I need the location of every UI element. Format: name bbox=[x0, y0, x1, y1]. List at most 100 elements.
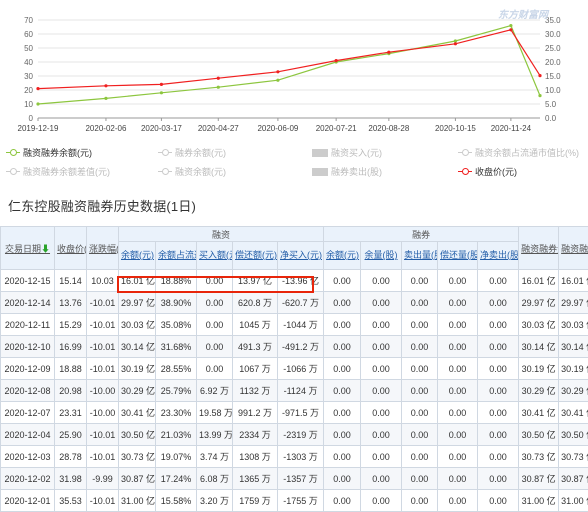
cell-rz-net: -1124 万 bbox=[278, 380, 324, 402]
cell-diff: 30.14 亿 bbox=[559, 336, 588, 358]
x-tick-label: 2020-11-24 bbox=[491, 124, 532, 133]
cell-close: 18.88 bbox=[55, 358, 87, 380]
left-tick-label: 60 bbox=[24, 30, 33, 39]
cell-rz-repay: 991.2 万 bbox=[233, 402, 278, 424]
cell-close: 20.98 bbox=[55, 380, 87, 402]
cell-rz-buy: 3.20 万 bbox=[197, 490, 233, 512]
col-header-diff[interactable]: 融资融券余额差值(元) bbox=[559, 227, 588, 270]
x-tick-label: 2019-12-19 bbox=[18, 124, 59, 133]
col-header-date[interactable]: 交易日期⬇ bbox=[1, 227, 55, 270]
cell-rq-repay: 0.00 bbox=[438, 424, 478, 446]
cell-rz-balance: 30.41 亿 bbox=[119, 402, 156, 424]
cell-date: 2020-12-15 bbox=[1, 270, 55, 292]
cell-rq-net: 0.00 bbox=[478, 358, 519, 380]
cell-rz-balance: 16.01 亿 bbox=[119, 270, 156, 292]
cell-pct: -9.99 bbox=[87, 468, 119, 490]
cell-pct: -10.00 bbox=[87, 402, 119, 424]
right-tick-label: 30.0 bbox=[545, 30, 561, 39]
table-row: 2020-12-0425.90-10.0130.50 亿21.03%13.99 … bbox=[1, 424, 588, 446]
col-header-pct[interactable]: 涨跌幅(%) bbox=[87, 227, 119, 270]
cell-date: 2020-12-03 bbox=[1, 446, 55, 468]
table-row: 2020-12-0328.78-10.0130.73 亿19.07%3.74 万… bbox=[1, 446, 588, 468]
cell-rq-balance: 0.00 bbox=[324, 314, 361, 336]
col-header-rq-balance[interactable]: 余额(元) bbox=[324, 242, 361, 270]
series-point bbox=[509, 24, 512, 27]
legend-item-financing-ratio[interactable]: 融资余额占流通市值比(%) bbox=[458, 146, 579, 159]
cell-rz-balance: 30.29 亿 bbox=[119, 380, 156, 402]
cell-date: 2020-12-09 bbox=[1, 358, 55, 380]
col-header-rq-volume[interactable]: 余量(股) bbox=[361, 242, 402, 270]
cell-rq-balance: 0.00 bbox=[324, 468, 361, 490]
cell-rq-sell: 0.00 bbox=[402, 490, 438, 512]
margin-chart: 706050403020100 35.030.025.020.015.010.0… bbox=[0, 0, 588, 135]
left-tick-label: 0 bbox=[29, 114, 34, 123]
cell-total: 30.03 亿 bbox=[519, 314, 559, 336]
cell-rz-balance: 30.19 亿 bbox=[119, 358, 156, 380]
x-tick-label: 2020-02-06 bbox=[85, 124, 126, 133]
cell-rz-ratio: 35.08% bbox=[156, 314, 197, 336]
cell-close: 16.99 bbox=[55, 336, 87, 358]
cell-rz-net: -1044 万 bbox=[278, 314, 324, 336]
series-point bbox=[217, 86, 220, 89]
cell-rq-repay: 0.00 bbox=[438, 292, 478, 314]
table-row: 2020-12-1016.99-10.0130.14 亿31.68%0.0049… bbox=[1, 336, 588, 358]
cell-rq-net: 0.00 bbox=[478, 314, 519, 336]
cell-rq-repay: 0.00 bbox=[438, 490, 478, 512]
cell-rq-balance: 0.00 bbox=[324, 292, 361, 314]
cell-rz-balance: 30.03 亿 bbox=[119, 314, 156, 336]
cell-rq-net: 0.00 bbox=[478, 468, 519, 490]
col-header-rz-balance[interactable]: 余额(元) bbox=[119, 242, 156, 270]
cell-rz-net: -1755 万 bbox=[278, 490, 324, 512]
col-header-rq-net[interactable]: 净卖出(股) bbox=[478, 242, 519, 270]
col-header-rq-sell[interactable]: 卖出量(股) bbox=[402, 242, 438, 270]
series-point bbox=[36, 87, 39, 90]
legend-item-short-balance[interactable]: 融券余额(元) bbox=[158, 146, 226, 159]
cell-rz-ratio: 18.88% bbox=[156, 270, 197, 292]
col-header-rq-repay[interactable]: 偿还量(股) bbox=[438, 242, 478, 270]
cell-close: 35.53 bbox=[55, 490, 87, 512]
cell-diff: 31.00 亿 bbox=[559, 490, 588, 512]
cell-rz-net: -491.2 万 bbox=[278, 336, 324, 358]
legend-item-financing-balance[interactable]: 融资余额(元) bbox=[158, 165, 226, 178]
legend-item-financing-buy[interactable]: 融资买入(元) bbox=[312, 146, 382, 159]
cell-total: 31.00 亿 bbox=[519, 490, 559, 512]
cell-rq-repay: 0.00 bbox=[438, 468, 478, 490]
group-header-financing: 融资 bbox=[119, 227, 324, 242]
cell-total: 30.50 亿 bbox=[519, 424, 559, 446]
section-title: 仁东控股融资融券历史数据(1日) bbox=[8, 196, 196, 215]
cell-diff: 30.03 亿 bbox=[559, 314, 588, 336]
col-header-close[interactable]: 收盘价(元) bbox=[55, 227, 87, 270]
col-header-rz-ratio[interactable]: 余额占流通市值比 bbox=[156, 242, 197, 270]
col-header-total[interactable]: 融资融券余额(元) bbox=[519, 227, 559, 270]
legend-item-close-price[interactable]: 收盘价(元) bbox=[458, 165, 517, 178]
col-header-rz-buy[interactable]: 买入额(元) bbox=[197, 242, 233, 270]
cell-rq-sell: 0.00 bbox=[402, 270, 438, 292]
series-point bbox=[217, 77, 220, 80]
cell-rq-sell: 0.00 bbox=[402, 402, 438, 424]
cell-rz-ratio: 17.24% bbox=[156, 468, 197, 490]
right-tick-label: 0.0 bbox=[545, 114, 557, 123]
legend-line-icon bbox=[6, 149, 20, 156]
legend-item-margin-total[interactable]: 融资融券余额(元) bbox=[6, 146, 92, 159]
cell-rq-net: 0.00 bbox=[478, 380, 519, 402]
cell-close: 31.98 bbox=[55, 468, 87, 490]
cell-rz-net: -1303 万 bbox=[278, 446, 324, 468]
table-body: 2020-12-1515.1410.0316.01 亿18.88%0.0013.… bbox=[1, 270, 588, 512]
cell-rz-ratio: 23.30% bbox=[156, 402, 197, 424]
legend-item-margin-diff[interactable]: 融资融券余额差值(元) bbox=[6, 165, 110, 178]
cell-diff: 29.97 亿 bbox=[559, 292, 588, 314]
legend-label: 融券卖出(股) bbox=[331, 165, 382, 178]
legend-label: 融资融券余额(元) bbox=[23, 146, 92, 159]
x-tick-label: 2020-08-28 bbox=[368, 124, 409, 133]
left-tick-label: 30 bbox=[24, 72, 33, 81]
col-header-rz-repay[interactable]: 偿还额(元) bbox=[233, 242, 278, 270]
col-header-rz-net[interactable]: 净买入(元) bbox=[278, 242, 324, 270]
legend-item-short-sell[interactable]: 融券卖出(股) bbox=[312, 165, 382, 178]
cell-pct: -10.01 bbox=[87, 314, 119, 336]
series-point bbox=[160, 83, 163, 86]
cell-rq-sell: 0.00 bbox=[402, 446, 438, 468]
cell-rq-volume: 0.00 bbox=[361, 380, 402, 402]
cell-rz-repay: 1759 万 bbox=[233, 490, 278, 512]
cell-diff: 30.73 亿 bbox=[559, 446, 588, 468]
cell-diff: 16.01 亿 bbox=[559, 270, 588, 292]
